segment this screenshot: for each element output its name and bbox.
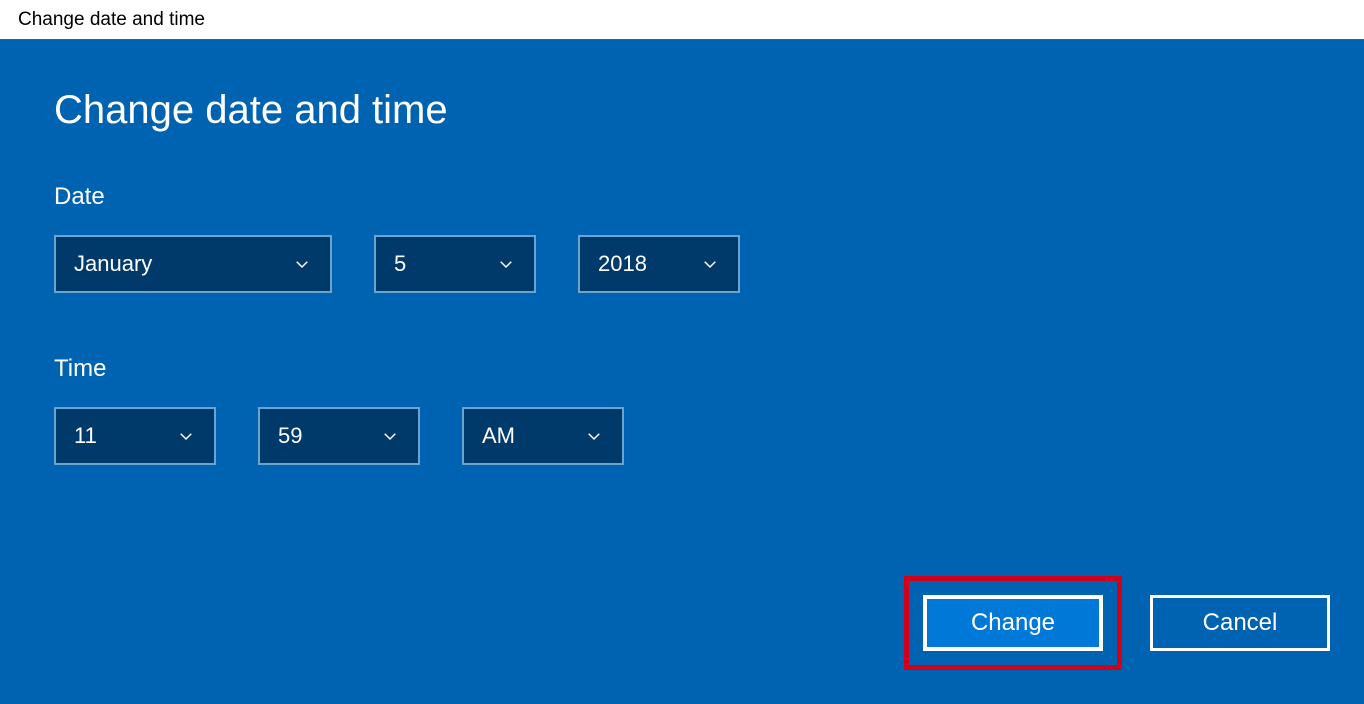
minute-value: 59 bbox=[278, 423, 380, 449]
cancel-button[interactable]: Cancel bbox=[1150, 595, 1330, 651]
dialog-heading: Change date and time bbox=[54, 88, 1310, 133]
cancel-button-label: Cancel bbox=[1203, 609, 1278, 637]
chevron-down-icon bbox=[584, 426, 604, 446]
chevron-down-icon bbox=[380, 426, 400, 446]
chevron-down-icon bbox=[496, 254, 516, 274]
ampm-dropdown[interactable]: AM bbox=[462, 407, 624, 465]
chevron-down-icon bbox=[176, 426, 196, 446]
chevron-down-icon bbox=[700, 254, 720, 274]
change-button[interactable]: Change bbox=[923, 595, 1103, 651]
dialog-content: Change date and time Date January 5 2018 bbox=[0, 40, 1364, 704]
year-dropdown[interactable]: 2018 bbox=[578, 235, 740, 293]
time-row: 11 59 AM bbox=[54, 407, 1310, 465]
ampm-value: AM bbox=[482, 423, 584, 449]
window-title: Change date and time bbox=[18, 9, 205, 31]
date-row: January 5 2018 bbox=[54, 235, 1310, 293]
month-value: January bbox=[74, 251, 292, 277]
hour-value: 11 bbox=[74, 423, 176, 449]
change-button-label: Change bbox=[971, 609, 1055, 637]
month-dropdown[interactable]: January bbox=[54, 235, 332, 293]
time-section-label: Time bbox=[54, 355, 1310, 383]
highlight-annotation: Change bbox=[904, 576, 1122, 670]
hour-dropdown[interactable]: 11 bbox=[54, 407, 216, 465]
day-value: 5 bbox=[394, 251, 496, 277]
chevron-down-icon bbox=[292, 254, 312, 274]
date-section-label: Date bbox=[54, 183, 1310, 211]
dialog-footer: Change Cancel bbox=[904, 576, 1330, 670]
day-dropdown[interactable]: 5 bbox=[374, 235, 536, 293]
dialog-window: Change date and time Change date and tim… bbox=[0, 0, 1364, 704]
minute-dropdown[interactable]: 59 bbox=[258, 407, 420, 465]
titlebar: Change date and time bbox=[0, 0, 1364, 40]
year-value: 2018 bbox=[598, 251, 700, 277]
